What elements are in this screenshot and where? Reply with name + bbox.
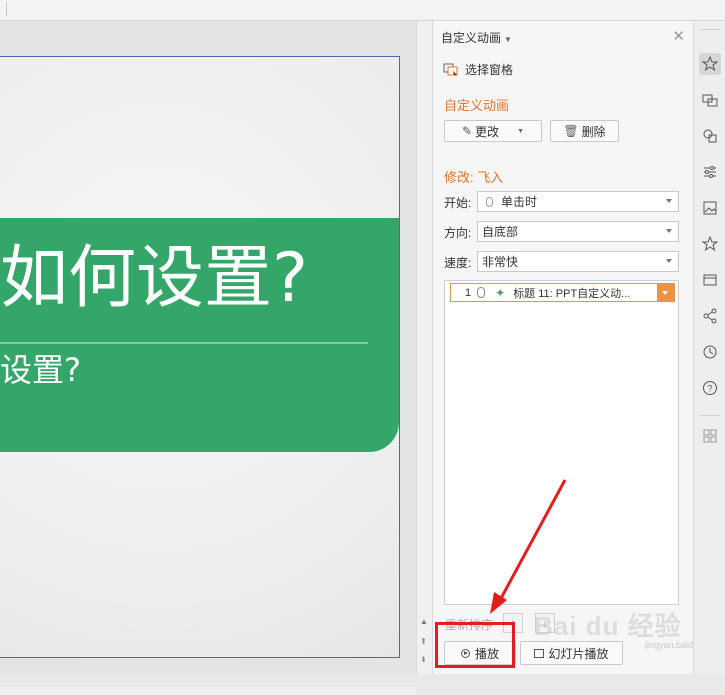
scroll-up-icon[interactable]: ▲ — [420, 617, 428, 626]
help-icon[interactable]: ? — [699, 377, 721, 399]
slideshow-button[interactable]: 幻灯片播放 — [520, 641, 623, 665]
chevron-down-icon — [666, 259, 672, 263]
entrance-effect-icon: ✦ — [495, 285, 506, 300]
right-sidebar: ? — [693, 21, 725, 674]
animation-list-item[interactable]: 1 ✦ 标题 11: PPT自定义动... — [450, 283, 675, 302]
share-icon[interactable] — [699, 305, 721, 327]
chevron-down-icon — [666, 229, 672, 233]
modify-heading: 修改: 飞入 — [444, 170, 504, 185]
toolbar-separator — [6, 2, 7, 16]
sidebar-grip — [700, 29, 720, 30]
vertical-scrollbar[interactable]: ▲ ⇞ ⇟ — [416, 21, 433, 674]
direction-value: 自底部 — [482, 225, 519, 239]
baidu-watermark: Bai du 经验 — [534, 611, 682, 641]
mouse-icon — [477, 287, 486, 298]
delete-button-label: 删除 — [581, 124, 606, 139]
properties-icon[interactable] — [699, 161, 721, 183]
chevron-down-icon: ▼ — [517, 127, 524, 135]
history-icon[interactable] — [699, 341, 721, 363]
custom-animation-pane: 自定义动画 ▼ ✕ 选择窗格 自定义动画 ✎ 更改 ▼ 🗑 删除 修改: 飞入 开… — [432, 21, 693, 674]
trash-icon: 🗑 — [563, 124, 579, 138]
animation-icon[interactable] — [699, 53, 721, 75]
select-pane-button[interactable]: 选择窗格 — [443, 61, 513, 78]
start-value: 单击时 — [501, 195, 538, 209]
chevron-down-icon: ▼ — [504, 35, 512, 44]
item-menu-dropdown[interactable] — [657, 284, 674, 301]
select-pane-label: 选择窗格 — [465, 63, 514, 77]
change-button-label: 更改 — [475, 124, 500, 139]
star-icon[interactable] — [699, 233, 721, 255]
speed-select[interactable]: 非常快 — [477, 251, 679, 272]
slide-subtitle[interactable]: 设置? — [0, 348, 81, 392]
chevron-down-icon — [666, 199, 672, 203]
mouse-icon — [486, 196, 493, 207]
speed-label: 速度: — [444, 256, 472, 270]
pane-title: 自定义动画 — [441, 31, 502, 45]
horizontal-scrollbar[interactable] — [0, 687, 416, 695]
change-button[interactable]: ✎ 更改 ▼ — [444, 120, 542, 142]
start-select[interactable]: 单击时 — [477, 191, 679, 212]
scroll-prev-icon[interactable]: ⇞ — [420, 637, 427, 646]
transition-icon[interactable] — [699, 89, 721, 111]
highlight-box — [435, 622, 515, 668]
slide-title[interactable]: 如何设置? — [0, 238, 399, 320]
select-pane-icon — [443, 63, 459, 77]
shapes-icon[interactable] — [699, 125, 721, 147]
banner-divider — [0, 342, 368, 344]
animation-order: 1 — [465, 286, 472, 299]
apps-icon[interactable] — [699, 425, 721, 447]
slide-canvas: 如何设置? 设置? — [0, 21, 416, 695]
top-toolbar — [0, 0, 725, 21]
start-label: 开始: — [444, 196, 472, 210]
sidebar-divider — [700, 415, 720, 416]
image-icon[interactable] — [699, 197, 721, 219]
scroll-next-icon[interactable]: ⇟ — [420, 655, 427, 664]
direction-label: 方向: — [444, 226, 472, 240]
custom-animation-heading: 自定义动画 — [444, 98, 510, 113]
animation-item-label: 标题 11: PPT自定义动... — [513, 287, 631, 300]
close-icon[interactable]: ✕ — [672, 27, 685, 45]
speed-value: 非常快 — [482, 255, 519, 269]
slideshow-button-label: 幻灯片播放 — [548, 646, 609, 661]
title-banner[interactable]: 如何设置? 设置? — [0, 218, 399, 452]
pane-header[interactable]: 自定义动画 ▼ — [441, 29, 512, 46]
delete-button[interactable]: 🗑 删除 — [550, 120, 619, 142]
svg-text:?: ? — [707, 384, 712, 394]
direction-select[interactable]: 自底部 — [477, 221, 679, 242]
slide[interactable]: 如何设置? 设置? — [0, 56, 400, 658]
animation-list[interactable]: 1 ✦ 标题 11: PPT自定义动... — [444, 280, 679, 605]
slideshow-icon — [534, 648, 545, 658]
pencil-icon: ✎ — [461, 124, 473, 138]
template-icon[interactable] — [699, 269, 721, 291]
